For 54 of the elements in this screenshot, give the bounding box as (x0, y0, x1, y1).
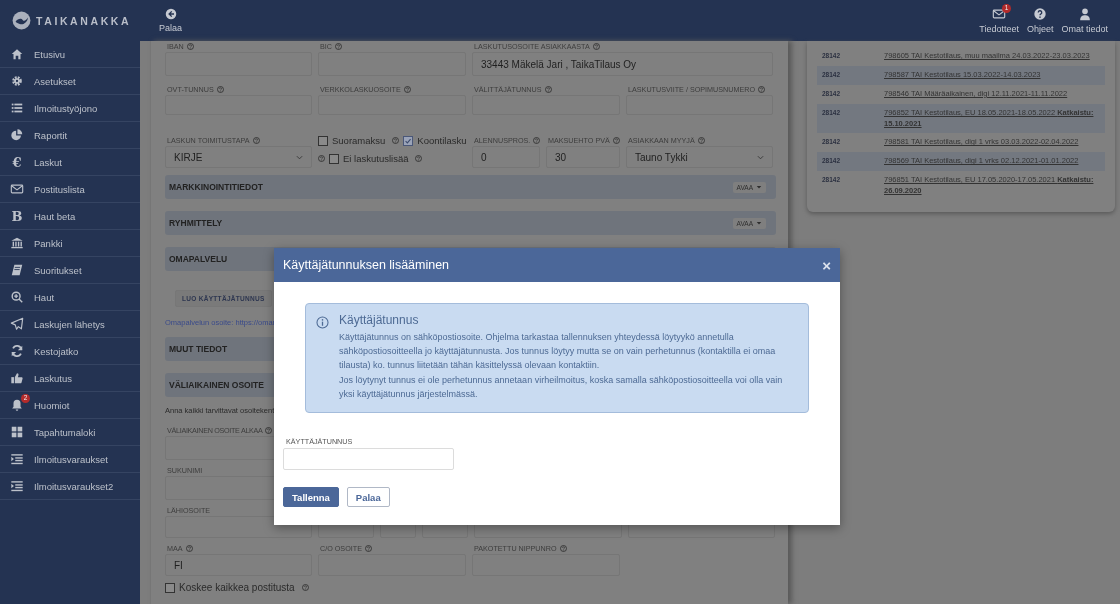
checkbox-label: Koskee kaikkea postitusta (179, 582, 295, 593)
logo-icon (12, 11, 31, 30)
caret-icon (757, 153, 764, 161)
select-field[interactable]: KIRJE (165, 146, 312, 168)
pie-chart-icon (10, 128, 24, 142)
indent-list-icon (10, 452, 24, 466)
checkbox[interactable] (403, 135, 414, 146)
home-icon (10, 47, 24, 61)
save-button[interactable]: Tallenna (283, 487, 339, 507)
select-field[interactable]: Tauno Tykki (626, 146, 773, 168)
grid-icon (10, 425, 24, 439)
refresh-icon (10, 344, 24, 358)
input-field[interactable]: 30 (546, 146, 620, 168)
help-icon (1033, 7, 1048, 21)
input-field[interactable]: 0 (472, 146, 540, 168)
search-icon (10, 290, 24, 304)
input-field[interactable]: FI (165, 554, 312, 576)
checkbox[interactable] (329, 153, 339, 164)
thumbs-up-icon (10, 371, 24, 385)
info-title: Käyttäjätunnus (339, 313, 420, 327)
info-icon (316, 316, 329, 329)
close-button[interactable]: × (822, 257, 831, 273)
list-icon (10, 101, 24, 115)
info-text: Jos löytynyt tunnus ei ole perhetunnus annetaan virheilmoitus, koska samalla sähköpostiosoitteella voi olla vain yksi käyttäjätunnus järjestelmässä. (339, 373, 784, 401)
back-arrow-icon (164, 8, 177, 20)
nav-button[interactable]: Omat tiedot (1061, 7, 1108, 34)
dialog-title: Käyttäjätunnuksen lisääminen (283, 258, 450, 272)
back-button[interactable]: Palaa (346, 487, 390, 507)
checkbox-label: Ei laskutuslisää (343, 153, 409, 164)
caret-icon (296, 153, 303, 161)
logo-text: TAIKANAKKA (36, 14, 132, 27)
input-field[interactable]: 33443 Mäkelä Jari , TaikaTilaus Oy (472, 52, 773, 76)
book-icon (10, 263, 24, 277)
paper-plane-icon (10, 317, 24, 331)
checkbox-label: Suoramaksu (332, 135, 386, 146)
sidebar-glyph: B (11, 209, 23, 223)
nav-button[interactable]: Ohjeet (1026, 7, 1054, 34)
sidebar-glyph: € (12, 155, 22, 169)
indent-list-icon (10, 479, 24, 493)
user-icon (1077, 7, 1092, 21)
caret-icon (756, 184, 762, 190)
help-icon (318, 155, 325, 162)
bank-icon (10, 236, 24, 250)
envelope-icon (10, 182, 24, 196)
envelope-icon (992, 7, 1007, 21)
username-field[interactable] (283, 448, 454, 470)
checkbox-label: Koontilasku (417, 135, 467, 146)
gear-icon (10, 74, 24, 88)
caret-icon (756, 220, 762, 226)
checkbox[interactable] (165, 582, 175, 593)
info-text: Käyttäjätunnus on sähköpostiosoite. Ohjelma tarkastaa tallennuksen yhteydessä löytyykö annetulla sähköpostiosoitteella jo käyttäjätunnusta. Jos tunnus löytyy mutta se on vain perhetunnus (kontaktilla ei omaa tilausta) ko. tunnus liitetään tähän käsittelyssä olevaan kontaktiin. (339, 331, 777, 373)
back-button[interactable]: Palaa (159, 8, 183, 33)
checkbox[interactable] (318, 135, 328, 146)
bell-icon (10, 398, 24, 412)
